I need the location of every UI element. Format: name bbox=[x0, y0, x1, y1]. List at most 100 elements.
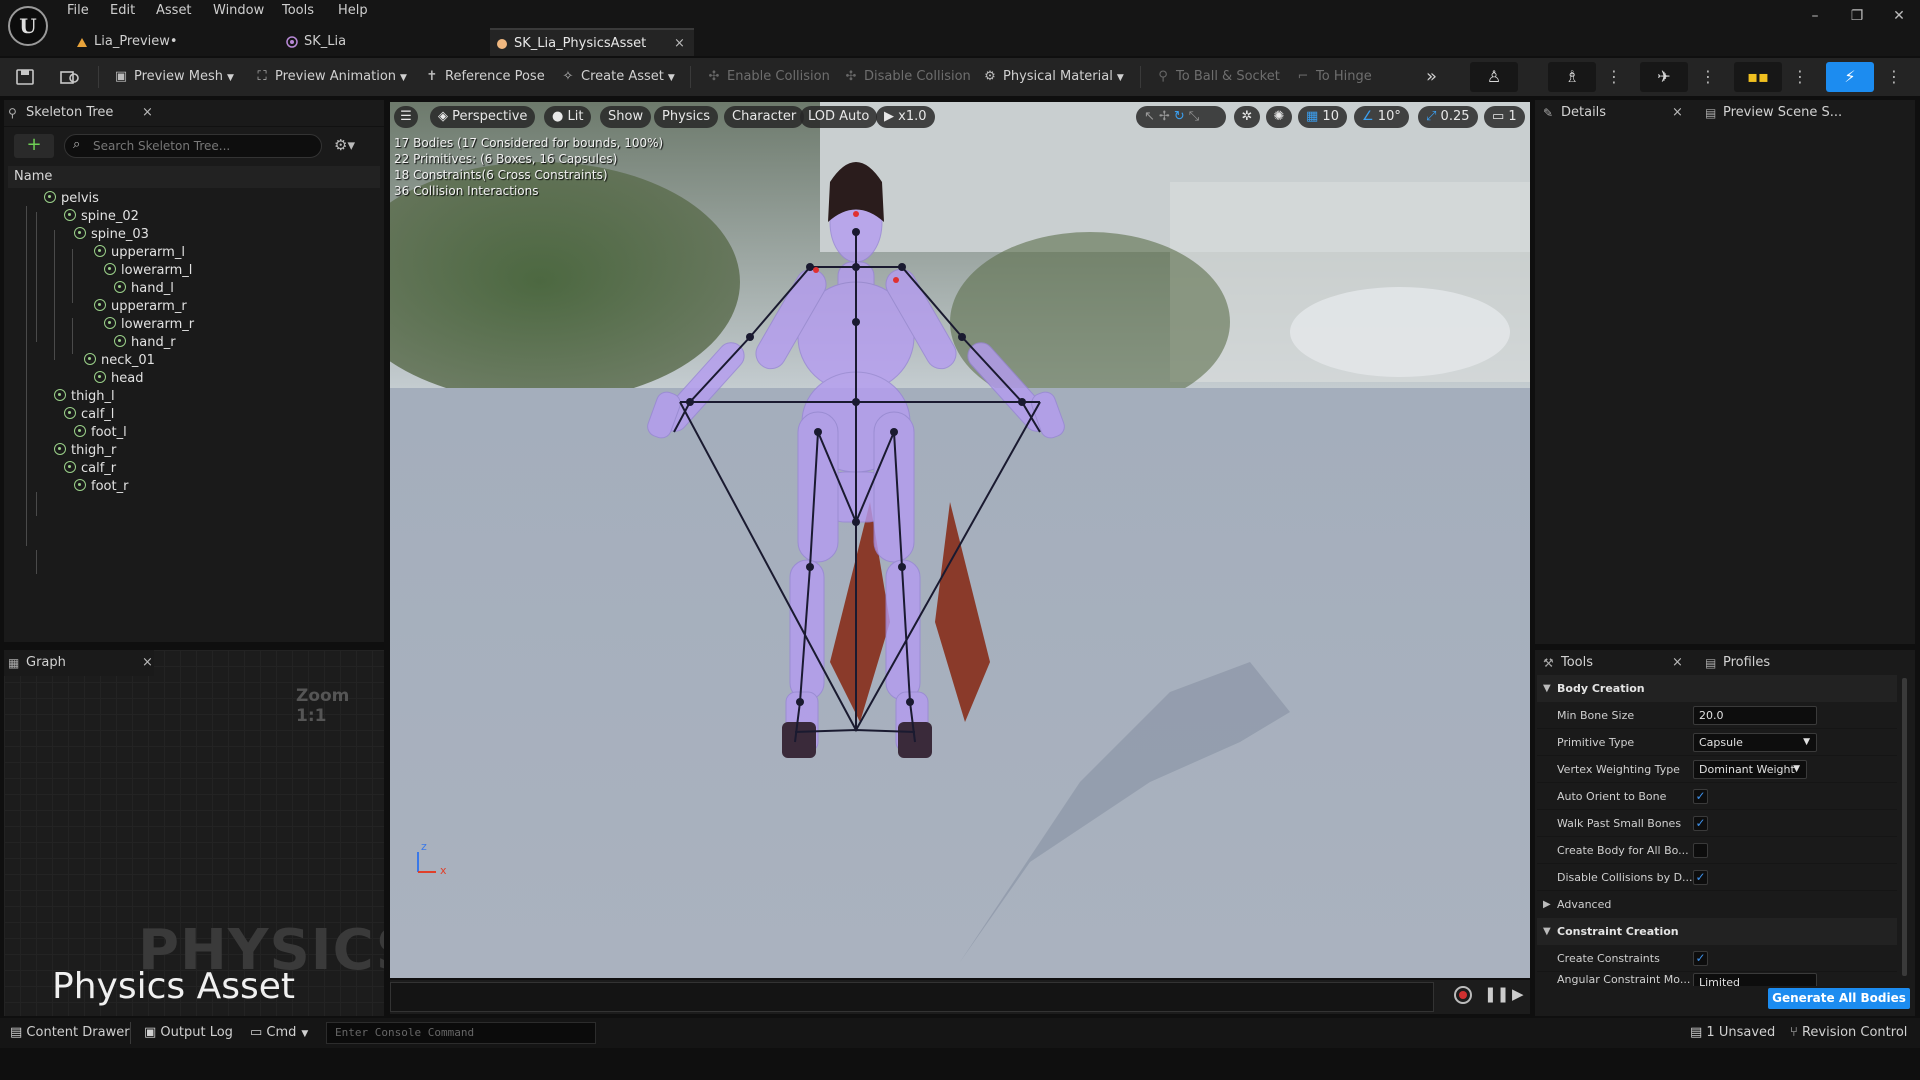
menu-asset[interactable]: Asset bbox=[156, 3, 192, 18]
revision-control-button[interactable]: ⑂ Revision Control bbox=[1790, 1018, 1907, 1048]
bone-upperarm-l[interactable]: upperarm_l bbox=[94, 244, 185, 262]
bone-calf-r[interactable]: calf_r bbox=[64, 460, 116, 478]
content-drawer-button[interactable]: ▤ Content Drawer bbox=[10, 1018, 130, 1048]
graph-panel[interactable]: ▦ Graph × Zoom 1:1 PHYSICS Physics Asset bbox=[4, 650, 384, 1016]
grid-snap-button[interactable]: ▦ 10 bbox=[1298, 106, 1347, 128]
cmd-button[interactable]: ▭ Cmd ▼ bbox=[250, 1018, 308, 1049]
surface-snap-icon[interactable]: ✺ bbox=[1266, 106, 1292, 128]
animation-mode-icon[interactable]: ✈ bbox=[1640, 62, 1688, 92]
tab-skeleton-tree[interactable]: ⚲ Skeleton Tree bbox=[4, 100, 154, 126]
tab-lia-preview[interactable]: Lia_Preview• bbox=[70, 28, 270, 56]
vertex-weighting-select[interactable]: Dominant Weight ▼ bbox=[1693, 760, 1807, 779]
bone-spine-02[interactable]: spine_02 bbox=[64, 208, 139, 226]
bone-lowerarm-l[interactable]: lowerarm_l bbox=[104, 262, 192, 280]
to-hinge-button[interactable]: ⌐ To Hinge bbox=[1295, 58, 1372, 96]
unreal-logo-icon[interactable]: U bbox=[8, 6, 48, 46]
create-asset-button[interactable]: ✧ Create Asset ▼ bbox=[560, 58, 675, 96]
bone-neck-01[interactable]: neck_01 bbox=[84, 352, 155, 370]
preview-animation-button[interactable]: ⛶ Preview Animation ▼ bbox=[254, 58, 407, 96]
unsaved-button[interactable]: ▤ 1 Unsaved bbox=[1690, 1018, 1775, 1048]
bone-thigh-l[interactable]: thigh_l bbox=[54, 388, 115, 406]
create-constraints-checkbox[interactable]: ✓ bbox=[1693, 951, 1708, 966]
search-skeleton-input[interactable]: ⌕ Search Skeleton Tree... bbox=[64, 134, 322, 158]
kebab-menu-icon[interactable]: ⋮ bbox=[1886, 62, 1902, 92]
bone-hand-l[interactable]: hand_l bbox=[114, 280, 174, 298]
bone-foot-r[interactable]: foot_r bbox=[74, 478, 128, 496]
close-icon[interactable]: × bbox=[1672, 655, 1683, 670]
lit-button[interactable]: ● Lit bbox=[544, 106, 592, 128]
tab-graph[interactable]: ▦ Graph bbox=[4, 650, 154, 676]
viewport-menu-icon[interactable]: ☰ bbox=[394, 106, 418, 128]
mesh-mode-icon[interactable]: ♗ bbox=[1548, 62, 1596, 92]
window-close-icon[interactable]: ✕ bbox=[1884, 8, 1914, 24]
character-button[interactable]: Character bbox=[724, 106, 805, 128]
primitive-type-select[interactable]: Capsule ▼ bbox=[1693, 733, 1817, 752]
section-constraint-creation[interactable]: ▼ Constraint Creation bbox=[1537, 918, 1897, 945]
tab-preview-scene[interactable]: ▤ Preview Scene S... bbox=[1701, 100, 1901, 126]
physical-material-button[interactable]: ⚙ Physical Material ▼ bbox=[982, 58, 1124, 96]
minimize-icon[interactable]: – bbox=[1800, 8, 1830, 24]
play-rate-button[interactable]: ▶ x1.0 bbox=[876, 106, 935, 128]
reference-pose-button[interactable]: ✝ Reference Pose bbox=[424, 58, 545, 96]
scale-snap-button[interactable]: ⤢ 0.25 bbox=[1418, 106, 1478, 128]
record-icon[interactable] bbox=[1454, 986, 1472, 1004]
skeleton-mode-icon[interactable]: ♙ bbox=[1470, 62, 1518, 92]
bone-hand-r[interactable]: hand_r bbox=[114, 334, 176, 352]
preview-mesh-button[interactable]: ▣ Preview Mesh ▼ bbox=[113, 58, 234, 96]
walk-past-checkbox[interactable]: ✓ bbox=[1693, 816, 1708, 831]
viewport[interactable]: z x ☰ ◈ Perspective ● Lit Show Physics C… bbox=[390, 102, 1530, 978]
browse-icon[interactable] bbox=[60, 69, 80, 85]
output-log-button[interactable]: ▣ Output Log bbox=[144, 1018, 233, 1048]
kebab-menu-icon[interactable]: ⋮ bbox=[1700, 62, 1716, 92]
create-body-all-checkbox[interactable] bbox=[1693, 843, 1708, 858]
rotation-snap-button[interactable]: ∠ 10° bbox=[1354, 106, 1409, 128]
auto-orient-checkbox[interactable]: ✓ bbox=[1693, 789, 1708, 804]
generate-all-bodies-button[interactable]: Generate All Bodies bbox=[1768, 988, 1910, 1009]
to-ball-socket-button[interactable]: ⚲ To Ball & Socket bbox=[1155, 58, 1280, 96]
add-bone-button[interactable]: + bbox=[14, 134, 54, 158]
bone-foot-l[interactable]: foot_l bbox=[74, 424, 127, 442]
kebab-menu-icon[interactable]: ⋮ bbox=[1792, 62, 1808, 92]
pause-icon[interactable]: ❚❚ bbox=[1484, 985, 1509, 1003]
blueprint-mode-icon[interactable]: ▪▪ bbox=[1734, 62, 1782, 92]
section-advanced[interactable]: ▶ Advanced bbox=[1537, 891, 1897, 918]
transform-tools[interactable]: ↖✢↻⤡ bbox=[1136, 106, 1226, 128]
close-icon[interactable]: × bbox=[1672, 105, 1683, 120]
menu-edit[interactable]: Edit bbox=[110, 3, 135, 18]
tab-profiles[interactable]: ▤ Profiles bbox=[1701, 650, 1841, 676]
menu-tools[interactable]: Tools bbox=[282, 3, 314, 18]
bone-calf-l[interactable]: calf_l bbox=[64, 406, 114, 424]
overflow-chevron-icon[interactable]: » bbox=[1426, 58, 1437, 96]
disable-collision-button[interactable]: ✣ Disable Collision bbox=[843, 58, 971, 96]
disable-collisions-checkbox[interactable]: ✓ bbox=[1693, 870, 1708, 885]
bone-upperarm-r[interactable]: upperarm_r bbox=[94, 298, 187, 316]
bone-thigh-r[interactable]: thigh_r bbox=[54, 442, 116, 460]
menu-file[interactable]: File bbox=[67, 3, 89, 18]
kebab-menu-icon[interactable]: ⋮ bbox=[1606, 62, 1622, 92]
bone-spine-03[interactable]: spine_03 bbox=[74, 226, 149, 244]
menu-window[interactable]: Window bbox=[213, 3, 264, 18]
physics-mode-icon[interactable]: ⚡ bbox=[1826, 62, 1874, 92]
bone-lowerarm-r[interactable]: lowerarm_r bbox=[104, 316, 194, 334]
close-icon[interactable]: × bbox=[142, 105, 153, 120]
physics-button[interactable]: Physics bbox=[654, 106, 719, 128]
close-icon[interactable]: × bbox=[142, 655, 153, 670]
camera-speed-button[interactable]: ▭ 1 bbox=[1484, 106, 1525, 128]
tab-sk-lia[interactable]: SK_Lia bbox=[280, 28, 480, 56]
section-body-creation[interactable]: ▼ Body Creation bbox=[1537, 675, 1897, 702]
restore-icon[interactable]: ❐ bbox=[1842, 8, 1872, 24]
angular-constraint-select[interactable]: Limited bbox=[1693, 973, 1817, 986]
console-command-input[interactable]: Enter Console Command bbox=[326, 1022, 596, 1044]
save-icon[interactable] bbox=[16, 69, 34, 85]
step-forward-icon[interactable]: ▶ bbox=[1512, 985, 1524, 1003]
enable-collision-button[interactable]: ✣ Enable Collision bbox=[706, 58, 830, 96]
min-bone-size-input[interactable]: 20.0 bbox=[1693, 706, 1817, 725]
lod-button[interactable]: LOD Auto bbox=[800, 106, 878, 128]
show-button[interactable]: Show bbox=[600, 106, 652, 128]
close-tab-icon[interactable]: × bbox=[674, 30, 685, 58]
tools-scrollbar[interactable] bbox=[1902, 678, 1907, 976]
world-space-icon[interactable]: ✲ bbox=[1234, 106, 1260, 128]
perspective-button[interactable]: ◈ Perspective bbox=[430, 106, 536, 128]
tab-sk-lia-physicsasset[interactable]: SK_Lia_PhysicsAsset × bbox=[490, 28, 694, 56]
column-header-name[interactable]: Name bbox=[8, 166, 380, 188]
